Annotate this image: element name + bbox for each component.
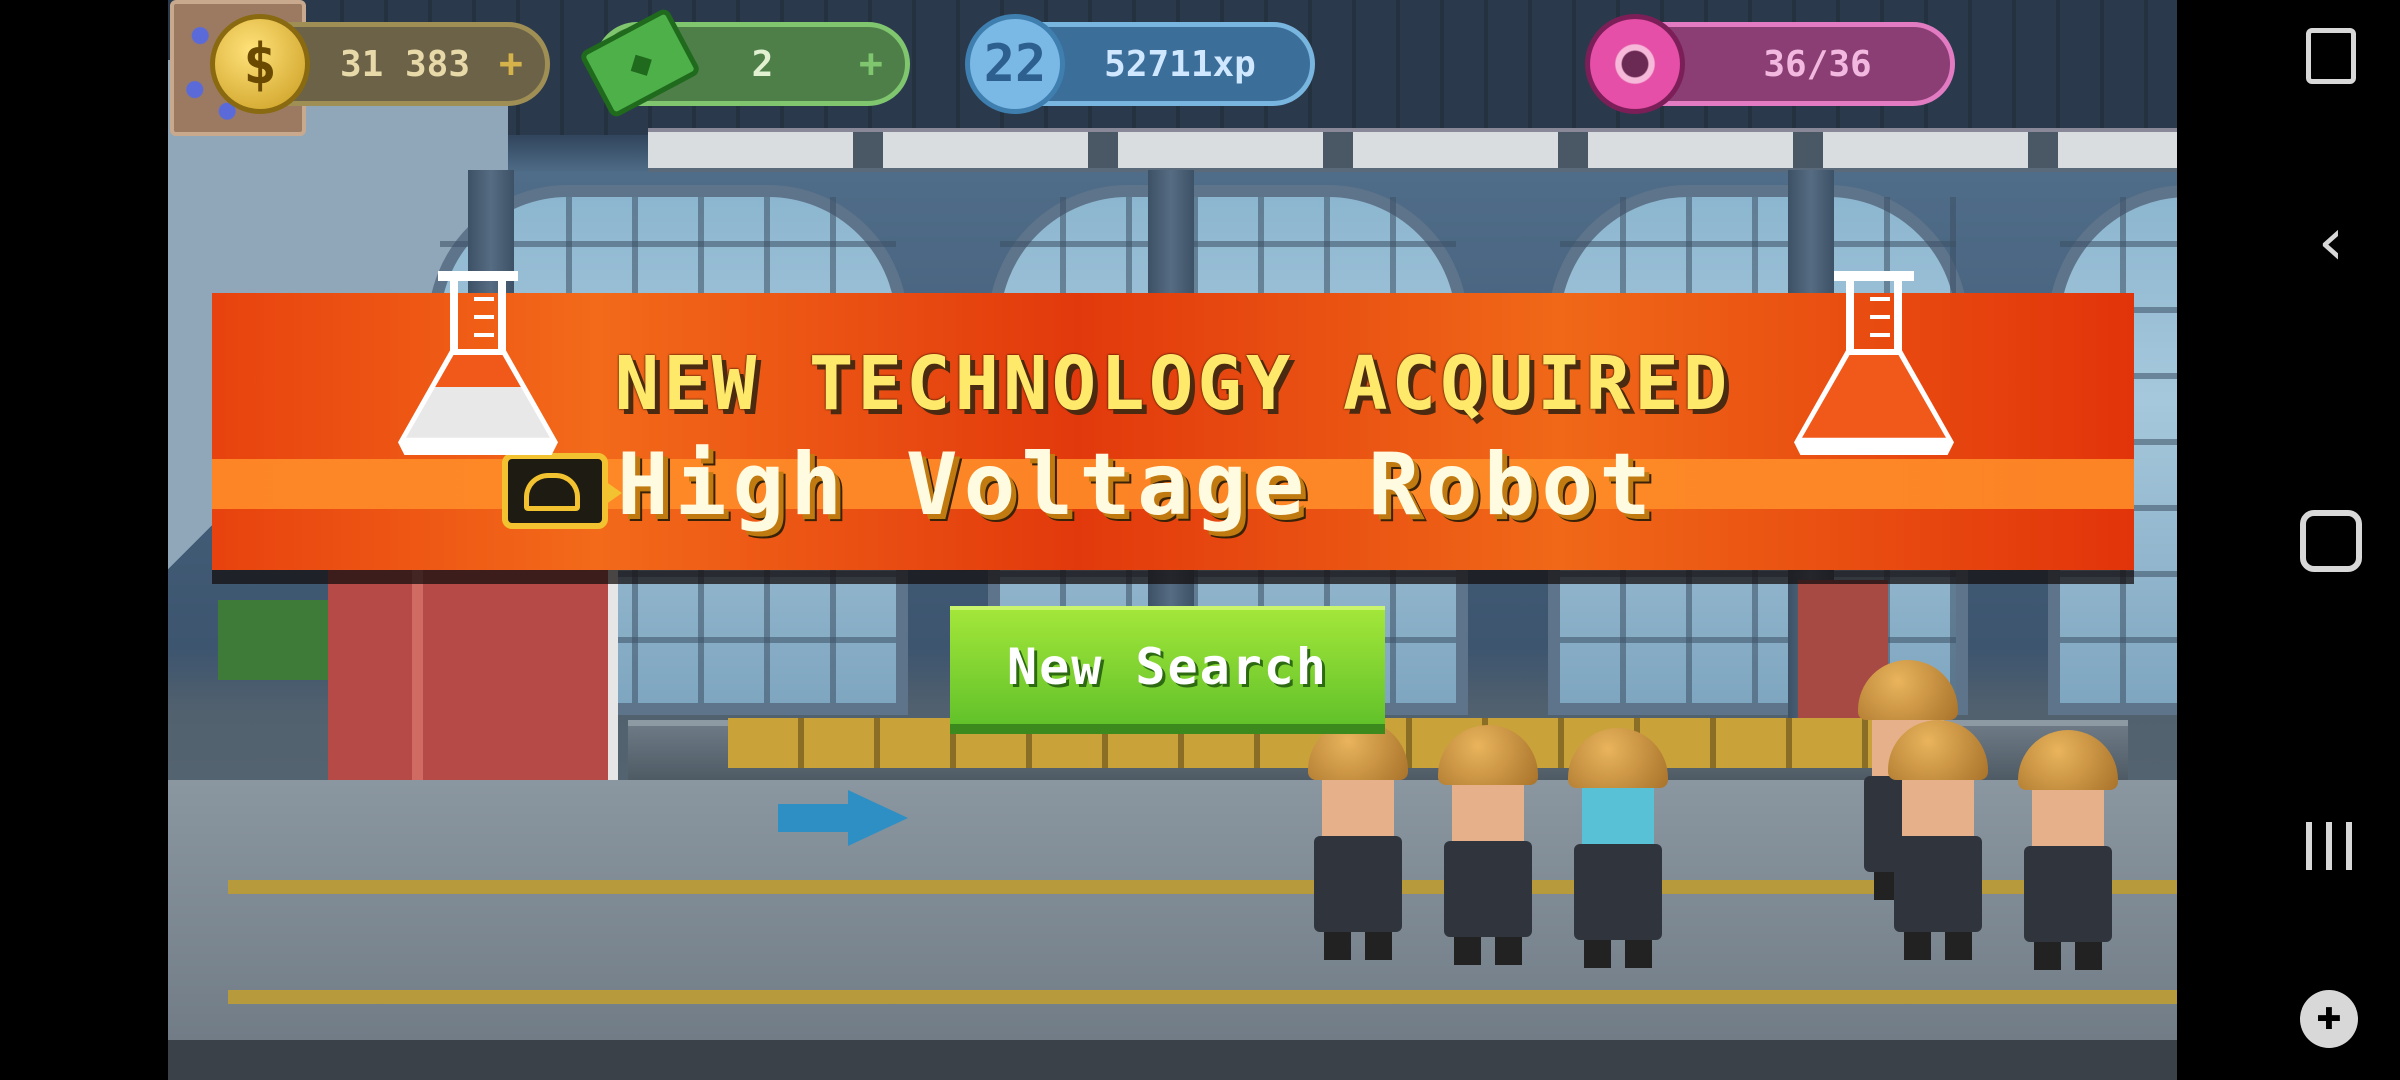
worker[interactable]: [1888, 720, 1988, 960]
floor-edge: [168, 1040, 2177, 1080]
worker[interactable]: [1438, 725, 1538, 965]
direction-arrow-tail: [778, 804, 850, 832]
new-search-button[interactable]: New Search: [950, 606, 1385, 734]
plant-box: [218, 600, 328, 680]
coin-icon: $: [210, 14, 310, 114]
recent-apps-icon[interactable]: [2300, 815, 2362, 877]
add-cash-icon[interactable]: +: [859, 41, 883, 87]
donut-icon: [1585, 14, 1685, 114]
level-value: 22: [983, 34, 1047, 94]
robot-tech-icon: [502, 453, 622, 529]
game-tools-icon[interactable]: ✚: [2300, 990, 2358, 1048]
technology-name: High Voltage Robot: [617, 435, 1657, 535]
coins-value: 31 383: [339, 43, 471, 85]
add-coins-icon[interactable]: +: [499, 41, 523, 87]
flask-icon: [1794, 271, 1954, 455]
screenshot-icon[interactable]: [2300, 25, 2362, 87]
direction-arrow-icon: [848, 790, 908, 846]
floor-stripe: [228, 990, 2177, 1004]
xp-value: 52711xp: [1104, 43, 1256, 85]
flask-icon: [398, 271, 558, 455]
worker[interactable]: [2018, 730, 2118, 970]
back-icon[interactable]: ‹: [2300, 203, 2362, 280]
cash-value: 2: [751, 43, 774, 85]
home-icon[interactable]: [2300, 510, 2362, 572]
level-icon: 22: [965, 14, 1065, 114]
worker[interactable]: [1568, 728, 1668, 968]
worker[interactable]: [1308, 720, 1408, 960]
new-technology-banner: NEW TECHNOLOGY ACQUIRED High Voltage Rob…: [212, 271, 2134, 570]
ceiling-rail: [648, 128, 2177, 172]
donuts-value: 36/36: [1763, 43, 1872, 85]
